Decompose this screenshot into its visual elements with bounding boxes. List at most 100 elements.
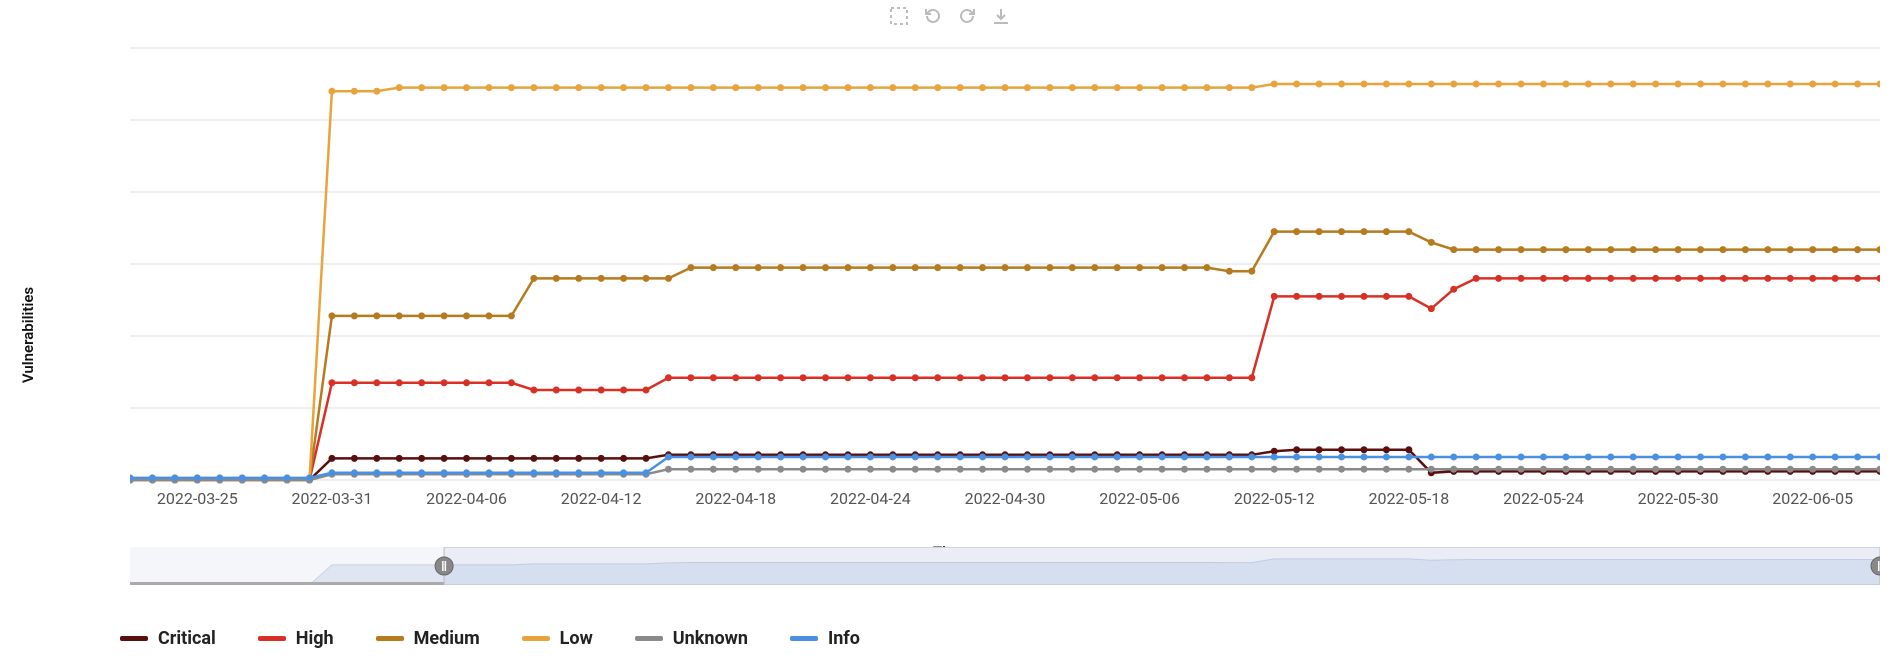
data-point[interactable] [1787,275,1794,282]
data-point[interactable] [1316,81,1323,88]
data-point[interactable] [844,453,851,460]
data-point[interactable] [800,374,807,381]
legend-item-low[interactable]: Low [522,628,593,649]
data-point[interactable] [1360,293,1367,300]
data-point[interactable] [553,455,560,462]
data-point[interactable] [1360,446,1367,453]
data-point[interactable] [1585,81,1592,88]
data-point[interactable] [912,466,919,473]
data-point[interactable] [800,453,807,460]
data-point[interactable] [777,374,784,381]
data-point[interactable] [1203,453,1210,460]
data-point[interactable] [643,455,650,462]
data-point[interactable] [575,84,582,91]
data-point[interactable] [1428,305,1435,312]
data-point[interactable] [1338,446,1345,453]
data-point[interactable] [1405,453,1412,460]
data-point[interactable] [1607,81,1614,88]
data-point[interactable] [1360,453,1367,460]
data-point[interactable] [1114,453,1121,460]
data-point[interactable] [1854,246,1861,253]
data-point[interactable] [1832,466,1839,473]
data-point[interactable] [889,466,896,473]
data-point[interactable] [1405,446,1412,453]
data-point[interactable] [1091,84,1098,91]
data-point[interactable] [1293,466,1300,473]
data-point[interactable] [1652,275,1659,282]
data-point[interactable] [822,84,829,91]
data-point[interactable] [800,264,807,271]
data-point[interactable] [710,466,717,473]
data-point[interactable] [1495,466,1502,473]
data-point[interactable] [1069,264,1076,271]
data-point[interactable] [1069,84,1076,91]
data-point[interactable] [1787,466,1794,473]
data-point[interactable] [1675,246,1682,253]
data-point[interactable] [710,453,717,460]
data-point[interactable] [1428,239,1435,246]
data-point[interactable] [1338,293,1345,300]
data-point[interactable] [485,84,492,91]
data-point[interactable] [1002,453,1009,460]
data-point[interactable] [1630,453,1637,460]
data-point[interactable] [800,466,807,473]
data-point[interactable] [1360,466,1367,473]
data-point[interactable] [1540,246,1547,253]
data-point[interactable] [889,264,896,271]
data-point[interactable] [1540,453,1547,460]
data-point[interactable] [1877,246,1881,253]
data-point[interactable] [328,312,335,319]
data-point[interactable] [1495,453,1502,460]
data-point[interactable] [530,387,537,394]
data-point[interactable] [844,374,851,381]
data-point[interactable] [1181,453,1188,460]
data-point[interactable] [1046,264,1053,271]
data-point[interactable] [1316,446,1323,453]
data-point[interactable] [1764,246,1771,253]
data-point[interactable] [1226,374,1233,381]
data-point[interactable] [1630,246,1637,253]
data-point[interactable] [1316,228,1323,235]
data-point[interactable] [1136,374,1143,381]
data-point[interactable] [1607,275,1614,282]
data-point[interactable] [306,474,313,481]
data-point[interactable] [1742,466,1749,473]
data-point[interactable] [957,84,964,91]
data-point[interactable] [575,387,582,394]
data-point[interactable] [1832,81,1839,88]
data-point[interactable] [1046,453,1053,460]
data-point[interactable] [1585,275,1592,282]
data-point[interactable] [1383,293,1390,300]
data-point[interactable] [575,455,582,462]
data-point[interactable] [1675,453,1682,460]
data-point[interactable] [1271,453,1278,460]
data-point[interactable] [777,466,784,473]
data-point[interactable] [1518,466,1525,473]
data-point[interactable] [1024,264,1031,271]
data-point[interactable] [396,455,403,462]
data-point[interactable] [1069,466,1076,473]
data-point[interactable] [1338,466,1345,473]
data-point[interactable] [508,455,515,462]
data-point[interactable] [1293,228,1300,235]
data-point[interactable] [149,474,156,481]
data-point[interactable] [665,466,672,473]
data-point[interactable] [755,453,762,460]
data-point[interactable] [732,466,739,473]
data-point[interactable] [351,88,358,95]
data-point[interactable] [665,374,672,381]
data-point[interactable] [485,469,492,476]
data-point[interactable] [485,379,492,386]
data-point[interactable] [1428,466,1435,473]
data-point[interactable] [889,84,896,91]
data-point[interactable] [777,453,784,460]
data-point[interactable] [1832,453,1839,460]
data-point[interactable] [463,379,470,386]
data-point[interactable] [1226,466,1233,473]
data-point[interactable] [957,466,964,473]
data-point[interactable] [1809,453,1816,460]
data-point[interactable] [1114,466,1121,473]
data-point[interactable] [1652,453,1659,460]
data-point[interactable] [687,374,694,381]
data-point[interactable] [1248,84,1255,91]
